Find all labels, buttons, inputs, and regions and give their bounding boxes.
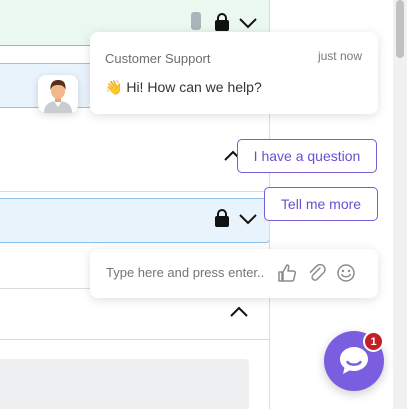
scrollbar-track[interactable] [393, 0, 407, 409]
chevron-down-icon[interactable] [238, 212, 258, 226]
message-text: 👋 Hi! How can we help? [105, 79, 262, 96]
chat-input[interactable] [106, 265, 266, 280]
smiley-icon[interactable] [336, 263, 356, 283]
unread-badge: 1 [363, 331, 384, 352]
message-body: Hi! How can we help? [126, 79, 262, 95]
scrollbar-thumb[interactable] [396, 0, 404, 58]
chevron-down-icon[interactable] [238, 16, 258, 30]
quick-reply-tell-more-button[interactable]: Tell me more [264, 187, 378, 221]
divider [0, 339, 270, 340]
chat-message-card: Customer Support just now 👋 Hi! How can … [90, 32, 378, 114]
pin-icon [191, 12, 201, 30]
content-panel [0, 359, 249, 409]
accordion-header-blue[interactable] [0, 198, 270, 243]
paperclip-icon[interactable] [307, 263, 327, 283]
thumbs-up-icon[interactable] [277, 263, 297, 283]
divider [0, 191, 270, 192]
lock-icon [215, 13, 229, 31]
lock-icon [215, 209, 229, 227]
chat-input-bar [90, 249, 378, 298]
chevron-up-icon[interactable] [229, 305, 249, 319]
message-timestamp: just now [317, 49, 362, 63]
quick-reply-question-button[interactable]: I have a question [237, 139, 377, 173]
wave-emoji: 👋 [105, 79, 123, 95]
sender-name: Customer Support [105, 51, 211, 66]
agent-avatar [38, 75, 78, 113]
